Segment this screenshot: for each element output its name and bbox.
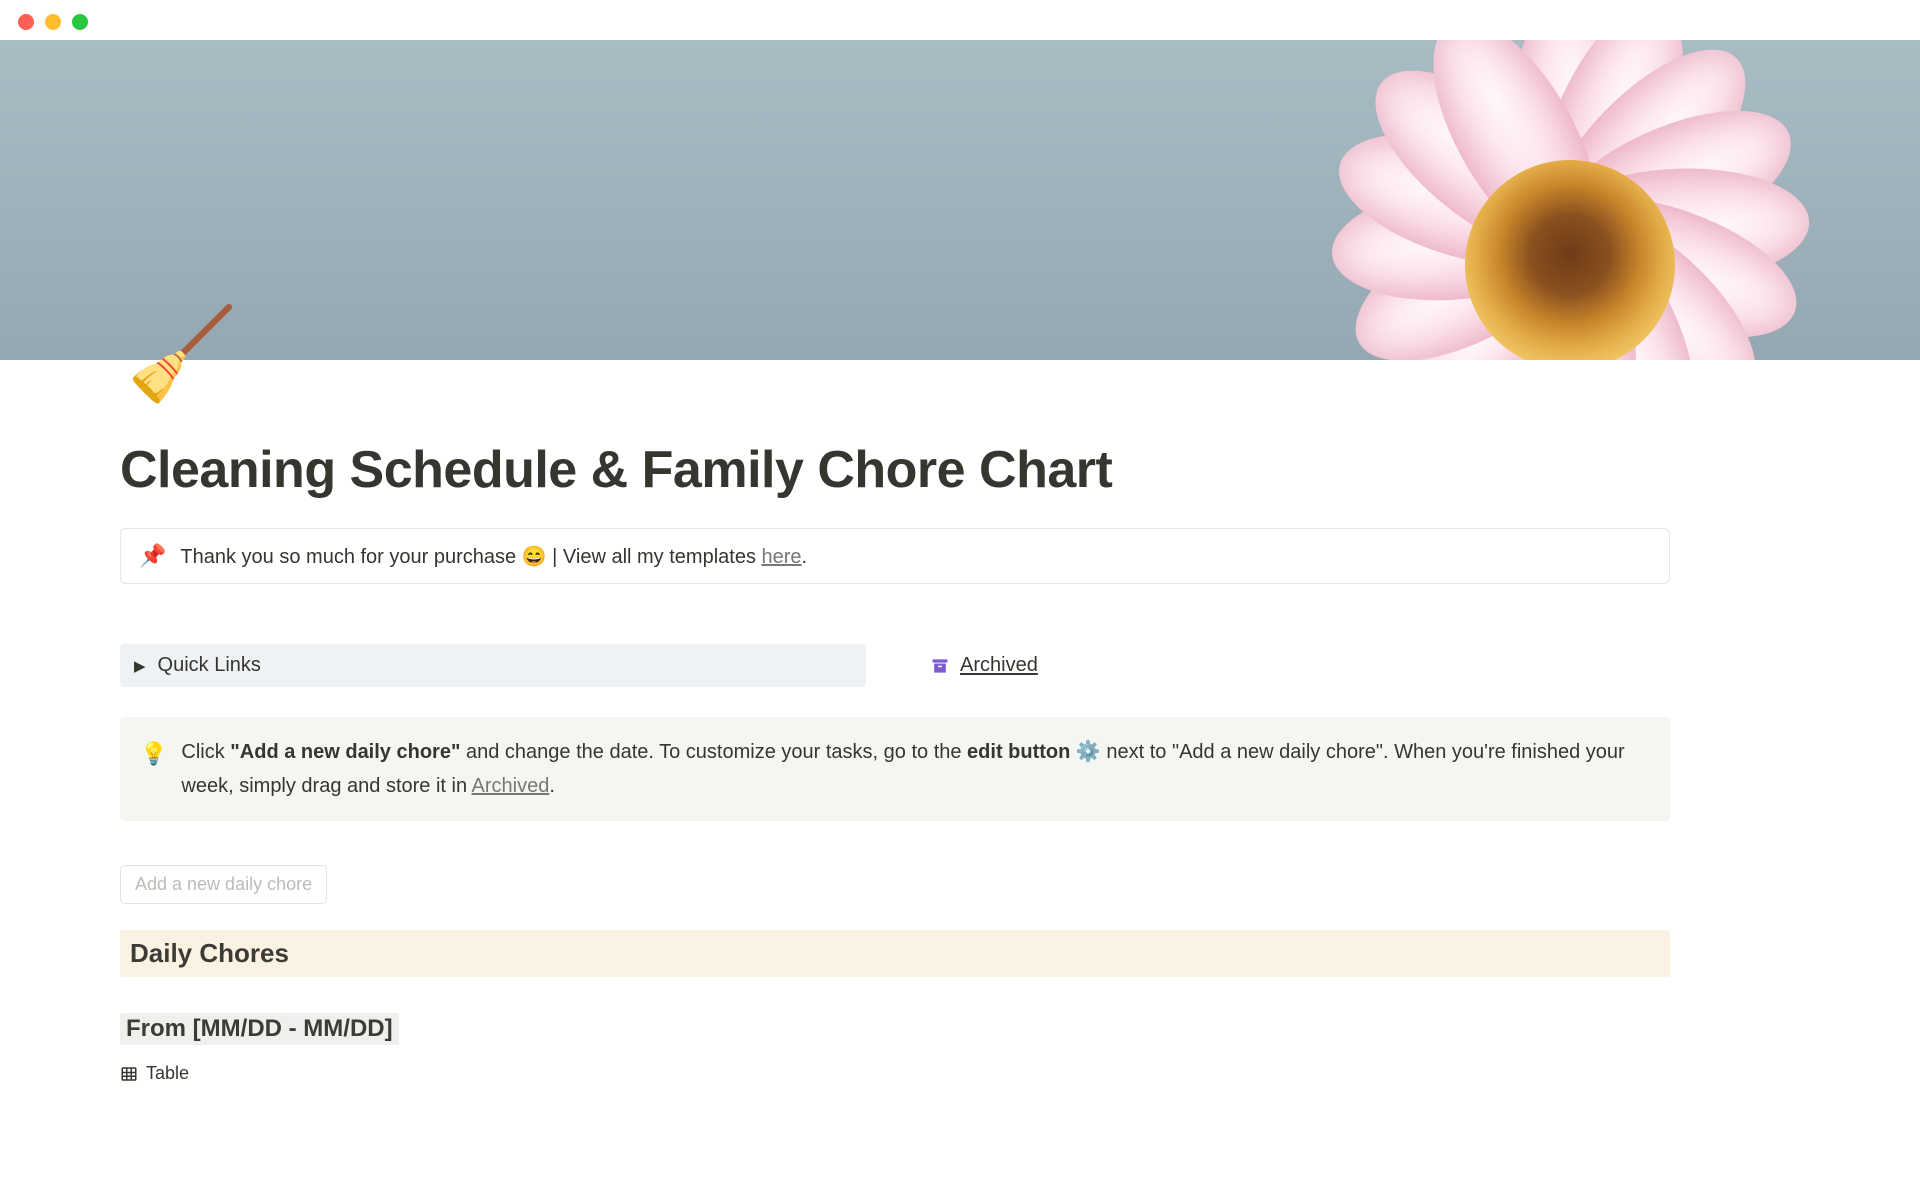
table-icon: [120, 1065, 138, 1083]
gear-icon: ⚙️: [1076, 741, 1101, 763]
tip-archived-link[interactable]: Archived: [472, 775, 550, 797]
tip-text: Click "Add a new daily chore" and change…: [181, 735, 1650, 803]
callout-text-after: | View all my templates: [547, 546, 762, 568]
close-dot-icon[interactable]: [18, 14, 34, 30]
daily-chores-heading-band: Daily Chores: [120, 930, 1670, 977]
archive-box-icon: [930, 656, 950, 676]
smiley-icon: 😄: [522, 546, 547, 568]
callout-trailing: .: [802, 546, 808, 568]
minimize-dot-icon[interactable]: [45, 14, 61, 30]
pin-icon: 📌: [139, 543, 166, 569]
add-daily-chore-button[interactable]: Add a new daily chore: [120, 865, 327, 904]
tip-bold2: edit button: [962, 741, 1076, 763]
quick-links-label: Quick Links: [158, 654, 261, 677]
archived-label: Archived: [960, 654, 1038, 677]
callout-text-before: Thank you so much for your purchase: [180, 546, 521, 568]
table-view-tab[interactable]: Table: [120, 1063, 1670, 1084]
quick-links-toggle[interactable]: ▶ Quick Links: [120, 644, 866, 687]
tip-trailing: .: [549, 775, 555, 797]
lightbulb-icon: 💡: [140, 735, 167, 803]
callout-text-wrap: Thank you so much for your purchase 😄 | …: [180, 544, 807, 569]
templates-link[interactable]: here: [762, 546, 802, 568]
tip-callout: 💡 Click "Add a new daily chore" and chan…: [120, 717, 1670, 821]
window-titlebar: [0, 0, 1920, 40]
tip-part2: and change the date. To customize your t…: [460, 741, 961, 763]
date-range-subheading[interactable]: From [MM/DD - MM/DD]: [120, 1013, 399, 1045]
page-title[interactable]: Cleaning Schedule & Family Chore Chart: [120, 440, 1670, 500]
tip-part1: Click: [181, 741, 230, 763]
archived-link[interactable]: Archived: [930, 644, 1038, 687]
caret-right-icon: ▶: [134, 657, 146, 675]
daily-chores-heading[interactable]: Daily Chores: [130, 938, 1660, 969]
tip-bold1: "Add a new daily chore": [230, 741, 460, 763]
page-icon[interactable]: 🧹: [126, 310, 1670, 400]
zoom-dot-icon[interactable]: [72, 14, 88, 30]
pin-callout: 📌 Thank you so much for your purchase 😄 …: [120, 528, 1670, 584]
table-view-label: Table: [146, 1063, 189, 1084]
